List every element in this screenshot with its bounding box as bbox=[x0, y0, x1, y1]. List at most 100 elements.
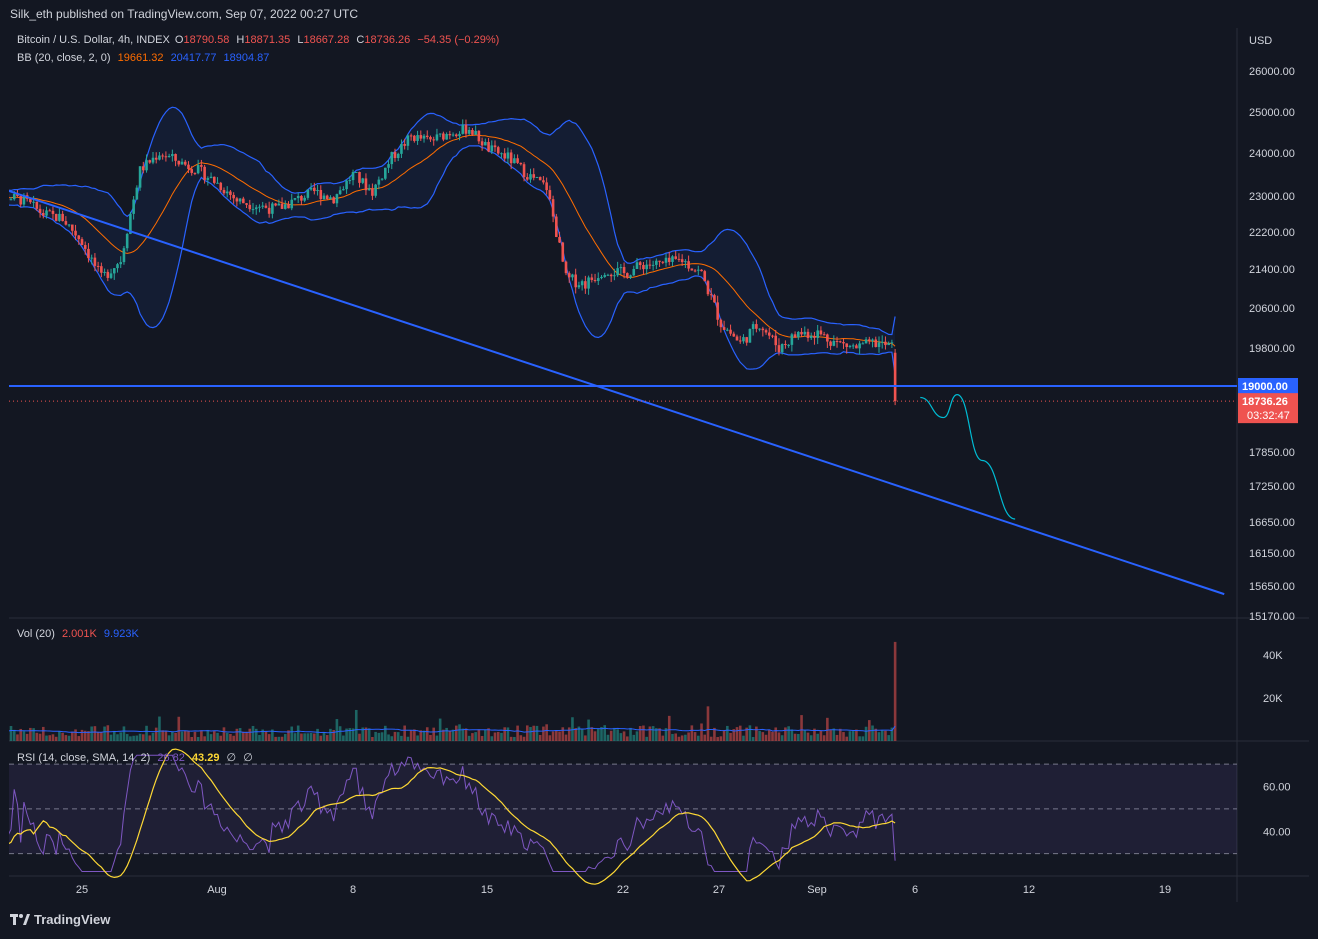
candle-body bbox=[422, 135, 426, 139]
candle-body bbox=[358, 172, 361, 183]
candle-body bbox=[871, 339, 874, 341]
volume-bar bbox=[761, 732, 765, 741]
chart-area[interactable]: USD 26000.00 25000.00 24000.00 23000.00 22200… bbox=[0, 28, 1309, 902]
price-tick-label: 26000.00 bbox=[1249, 66, 1295, 78]
countdown-label: 03:32:47 bbox=[1247, 410, 1290, 422]
candle-body bbox=[458, 133, 461, 137]
candle-body bbox=[868, 339, 871, 341]
candle-body bbox=[135, 187, 139, 200]
candle-body bbox=[242, 198, 245, 204]
volume-bar bbox=[51, 734, 55, 741]
x-tick-label: 12 bbox=[1023, 884, 1035, 896]
candle-body bbox=[671, 256, 674, 262]
volume-bar bbox=[516, 725, 519, 741]
volume-bar bbox=[522, 736, 526, 741]
vol-ma-value: 9.923K bbox=[103, 628, 139, 640]
volume-bar bbox=[416, 735, 419, 741]
candle-body bbox=[158, 155, 161, 160]
candle-body bbox=[616, 268, 619, 276]
candle-body bbox=[271, 203, 274, 214]
bb-upper-value: 20417.77 bbox=[170, 52, 217, 64]
candle-body bbox=[613, 275, 616, 277]
candle-body bbox=[90, 257, 93, 259]
volume-bar bbox=[193, 731, 197, 741]
volume-bar bbox=[564, 734, 568, 741]
x-tick-label: 15 bbox=[481, 884, 493, 896]
volume-bar bbox=[403, 725, 406, 741]
volume-bar bbox=[54, 736, 58, 741]
candle-body bbox=[719, 319, 723, 328]
candle-body bbox=[35, 201, 39, 209]
volume-bar bbox=[174, 732, 177, 741]
candle-body bbox=[416, 135, 419, 141]
volume-bar bbox=[245, 731, 248, 741]
candle-body bbox=[161, 155, 164, 157]
volume-bar bbox=[884, 730, 887, 741]
candle-body bbox=[313, 187, 316, 192]
candle-body bbox=[529, 174, 532, 180]
volume-bar bbox=[493, 732, 497, 741]
volume-bar bbox=[816, 733, 819, 741]
candle-body bbox=[806, 331, 810, 338]
volume-bar bbox=[590, 727, 594, 741]
candle-body bbox=[645, 264, 648, 270]
candle-body bbox=[551, 199, 555, 217]
volume-bar bbox=[822, 735, 826, 741]
volume-bar bbox=[387, 734, 390, 741]
chart-svg[interactable]: USD 26000.00 25000.00 24000.00 23000.00 22200… bbox=[0, 28, 1309, 902]
volume-bar bbox=[467, 735, 471, 741]
volume-bar bbox=[12, 729, 16, 741]
vol-label: Vol (20) bbox=[17, 628, 55, 640]
candle-body bbox=[626, 273, 629, 278]
candle-body bbox=[793, 334, 797, 338]
candle-body bbox=[548, 190, 552, 200]
volume-bar bbox=[206, 729, 210, 741]
candle-body bbox=[71, 224, 74, 231]
candle-body bbox=[800, 331, 803, 335]
candle-body bbox=[106, 271, 110, 278]
candle-body bbox=[183, 161, 187, 165]
candle-body bbox=[777, 345, 781, 353]
candle-body bbox=[755, 324, 758, 329]
volume-bar bbox=[748, 725, 752, 741]
volume-bar bbox=[74, 729, 77, 741]
volume-bar bbox=[435, 735, 439, 741]
volume-bar bbox=[503, 727, 506, 741]
volume-bar bbox=[458, 724, 461, 741]
volume-bar bbox=[551, 731, 555, 741]
volume-bar bbox=[393, 731, 397, 741]
last-price-label: 18736.26 bbox=[1242, 396, 1288, 408]
volume-bar bbox=[735, 727, 739, 741]
volume-bar bbox=[829, 730, 832, 741]
rsi-extra2: ∅ bbox=[243, 752, 253, 764]
volume-bar bbox=[325, 735, 329, 741]
price-tick-label: 19800.00 bbox=[1249, 343, 1295, 355]
volume-bar bbox=[109, 734, 113, 741]
candle-body bbox=[371, 188, 374, 196]
candle-body bbox=[532, 174, 536, 178]
candle-body bbox=[829, 341, 832, 346]
volume-bar bbox=[342, 735, 345, 741]
candle-body bbox=[171, 154, 174, 157]
candle-body bbox=[664, 257, 668, 263]
candle-body bbox=[167, 156, 171, 158]
volume-bar bbox=[145, 725, 148, 741]
volume-bar bbox=[677, 736, 681, 741]
candle-body bbox=[325, 195, 329, 200]
rsi-ma-value: 43.29 bbox=[191, 752, 220, 764]
volume-bar bbox=[496, 731, 500, 741]
volume-bar bbox=[880, 730, 884, 741]
candle-body bbox=[735, 336, 739, 341]
volume-bar bbox=[555, 730, 558, 741]
volume-bar bbox=[587, 719, 590, 741]
volume-bar bbox=[251, 725, 255, 741]
volume-bar bbox=[212, 731, 216, 741]
candle-body bbox=[229, 191, 232, 195]
tradingview-footer[interactable]: TradingView bbox=[10, 912, 110, 932]
price-legend: Bitcoin / U.S. Dollar, 4h, INDEX O18790.… bbox=[17, 34, 503, 46]
volume-bar bbox=[235, 728, 239, 741]
price-tick-label: 15650.00 bbox=[1249, 581, 1295, 593]
candle-body bbox=[283, 204, 287, 209]
volume-bar bbox=[248, 728, 252, 741]
volume-bar bbox=[303, 733, 306, 741]
